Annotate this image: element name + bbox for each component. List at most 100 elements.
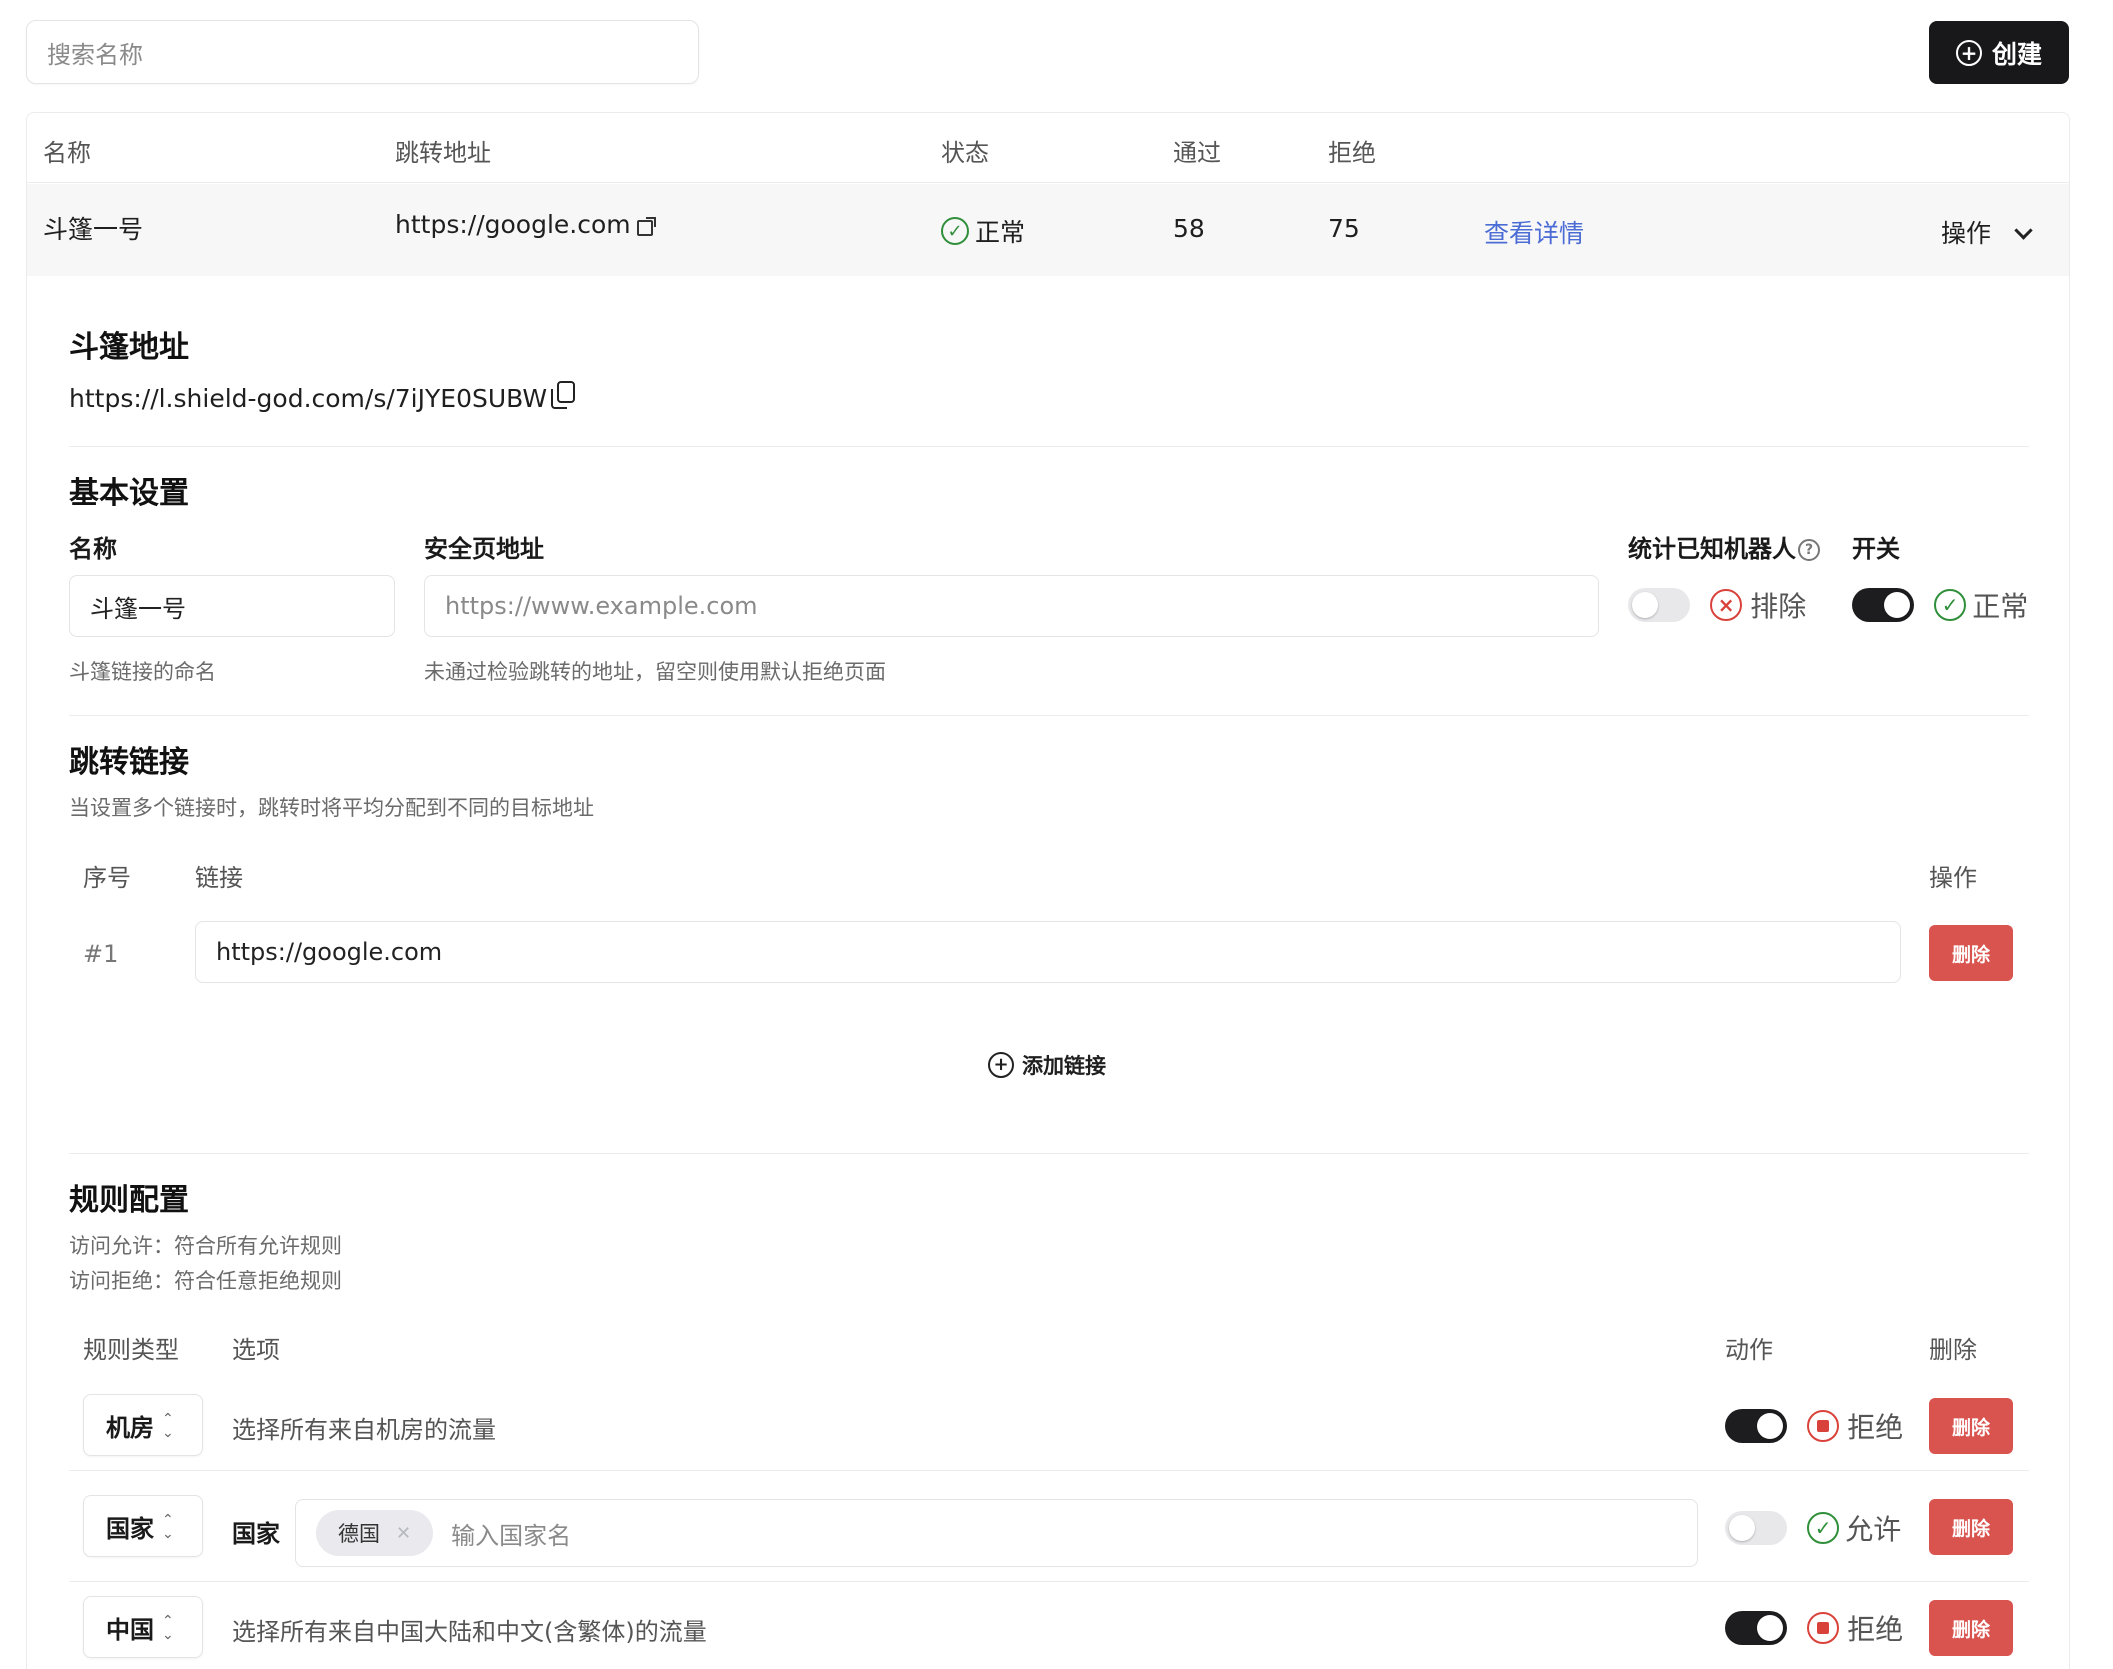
rule-option-text: 选择所有来自中国大陆和中文(含繁体)的流量 <box>232 1618 707 1646</box>
delete-rule-button[interactable]: 删除 <box>1929 1499 2013 1555</box>
row-url[interactable]: https://google.com <box>395 210 656 239</box>
action-dropdown-label: 操作 <box>1941 219 1992 248</box>
stop-circle-icon <box>1807 1410 1840 1442</box>
delete-rule-button[interactable]: 删除 <box>1929 1600 2013 1656</box>
col-link: 链接 <box>195 864 243 892</box>
check-circle-icon: ✓ <box>1934 589 1967 621</box>
name-field[interactable]: 斗篷一号 <box>69 575 395 637</box>
check-circle-icon: ✓ <box>1807 1512 1840 1544</box>
col-rule-delete: 删除 <box>1929 1336 1977 1364</box>
table-row[interactable]: 斗篷一号 https://google.com ✓ 正常 58 75 查看详情 操… <box>27 184 2069 276</box>
bots-status: 排除 <box>1750 590 1807 623</box>
rule-option-text: 选择所有来自机房的流量 <box>232 1416 496 1444</box>
link-url-field[interactable]: https://google.com <box>195 921 1901 983</box>
delete-link-button[interactable]: 删除 <box>1929 925 2013 981</box>
close-icon[interactable]: ✕ <box>396 1523 411 1544</box>
rule-type-select[interactable]: 国家 ⌃ ⌃ <box>83 1495 203 1557</box>
safe-page-hint: 未通过检验跳转的地址，留空则使用默认拒绝页面 <box>424 660 886 684</box>
bots-label-text: 统计已知机器人 <box>1628 535 1796 563</box>
action-dropdown[interactable]: 操作 <box>1941 214 2033 250</box>
col-action: 操作 <box>1929 864 1977 892</box>
add-link-button[interactable]: + 添加链接 <box>988 1050 1106 1080</box>
rule-action-group: 拒绝 <box>1725 1608 1903 1648</box>
rule-type-select[interactable]: 中国 ⌃ ⌃ <box>83 1596 203 1658</box>
col-rule-option: 选项 <box>232 1336 280 1364</box>
divider <box>69 1581 2029 1582</box>
rules-desc-allow: 访问允许：符合所有允许规则 <box>69 1234 342 1258</box>
help-icon[interactable]: ? <box>1798 539 1820 561</box>
country-search-input[interactable]: 输入国家名 <box>451 1516 571 1551</box>
rule-action-status: 允许 <box>1845 1513 1902 1546</box>
divider <box>69 715 2029 716</box>
copy-icon[interactable] <box>551 381 576 409</box>
rules-title: 规则配置 <box>69 1183 189 1218</box>
header-reject: 拒绝 <box>1328 139 1376 167</box>
link-index: #1 <box>83 940 119 968</box>
chevron-updown-icon: ⌃ ⌃ <box>162 1613 174 1641</box>
row-status-text: 正常 <box>975 218 1026 247</box>
chevron-updown-icon: ⌃ ⌃ <box>162 1411 174 1439</box>
divider <box>69 1470 2029 1471</box>
rule-action-toggle[interactable] <box>1725 1511 1787 1545</box>
rule-action-status: 拒绝 <box>1847 1411 1904 1444</box>
rule-type-value: 中国 <box>106 1615 154 1644</box>
col-index: 序号 <box>83 864 131 892</box>
bots-toggle[interactable] <box>1628 588 1690 622</box>
divider <box>69 1153 2029 1154</box>
rule-action-toggle[interactable] <box>1725 1409 1787 1443</box>
chevron-down-icon <box>2014 221 2033 240</box>
view-detail-link[interactable]: 查看详情 <box>1484 214 1584 250</box>
enable-toggle[interactable] <box>1852 588 1914 622</box>
rule-type-value: 国家 <box>106 1514 154 1543</box>
header-pass: 通过 <box>1173 139 1221 167</box>
plus-circle-icon: + <box>1955 39 1982 66</box>
external-link-icon[interactable] <box>636 217 656 236</box>
row-url-text[interactable]: https://google.com <box>395 210 631 239</box>
switch-status: 正常 <box>1972 590 2029 623</box>
switch-toggle-group: ✓ 正常 <box>1852 585 2028 625</box>
bots-toggle-group: × 排除 <box>1628 585 1806 625</box>
x-circle-icon: × <box>1710 589 1743 621</box>
chevron-updown-icon: ⌃ ⌃ <box>162 1512 174 1540</box>
row-name: 斗篷一号 <box>43 215 144 244</box>
country-chip[interactable]: 德国 ✕ <box>316 1510 434 1556</box>
divider <box>69 446 2029 447</box>
redirect-links-desc: 当设置多个链接时，跳转时将平均分配到不同的目标地址 <box>69 796 594 820</box>
col-rule-type: 规则类型 <box>83 1336 179 1364</box>
country-chip-label: 德国 <box>338 1522 380 1546</box>
row-reject: 75 <box>1328 214 1360 243</box>
cloak-address-title: 斗篷地址 <box>69 330 189 365</box>
basic-settings-title: 基本设置 <box>69 476 189 511</box>
create-button-label: 创建 <box>1991 39 2042 69</box>
cloak-address: https://l.shield-god.com/s/7iJYE0SUBW <box>69 381 576 413</box>
delete-rule-button[interactable]: 删除 <box>1929 1398 2013 1454</box>
table-header: 名称 跳转地址 状态 通过 拒绝 <box>27 113 2069 183</box>
stop-circle-icon <box>1807 1612 1840 1644</box>
switch-label: 开关 <box>1852 535 1900 563</box>
name-hint: 斗篷链接的命名 <box>69 660 216 684</box>
country-multiselect[interactable]: 德国 ✕ 输入国家名 <box>295 1499 1698 1567</box>
cloak-address-url: https://l.shield-god.com/s/7iJYE0SUBW <box>69 384 548 413</box>
bots-label: 统计已知机器人? <box>1628 529 1820 564</box>
rule-action-status: 拒绝 <box>1847 1613 1904 1646</box>
search-input[interactable]: 搜索名称 <box>26 20 699 84</box>
create-button[interactable]: + 创建 <box>1929 21 2069 84</box>
country-label: 国家 <box>232 1520 280 1548</box>
rule-action-group: ✓ 允许 <box>1725 1508 1901 1548</box>
rule-type-select[interactable]: 机房 ⌃ ⌃ <box>83 1394 203 1456</box>
rules-desc-reject: 访问拒绝：符合任意拒绝规则 <box>69 1269 342 1293</box>
rule-type-value: 机房 <box>106 1413 154 1442</box>
safe-page-field[interactable]: https://www.example.com <box>424 575 1599 637</box>
plus-circle-icon: + <box>988 1052 1014 1078</box>
row-pass: 58 <box>1173 214 1205 243</box>
safe-page-label: 安全页地址 <box>424 535 544 563</box>
check-circle-icon: ✓ <box>941 217 969 245</box>
name-label: 名称 <box>69 535 117 563</box>
header-redirect: 跳转地址 <box>395 139 491 167</box>
col-rule-action: 动作 <box>1725 1336 1773 1364</box>
add-link-label: 添加链接 <box>1022 1054 1106 1078</box>
redirect-links-title: 跳转链接 <box>69 745 189 780</box>
header-status: 状态 <box>941 139 989 167</box>
rule-action-toggle[interactable] <box>1725 1611 1787 1645</box>
row-status: ✓ 正常 <box>941 213 1025 249</box>
